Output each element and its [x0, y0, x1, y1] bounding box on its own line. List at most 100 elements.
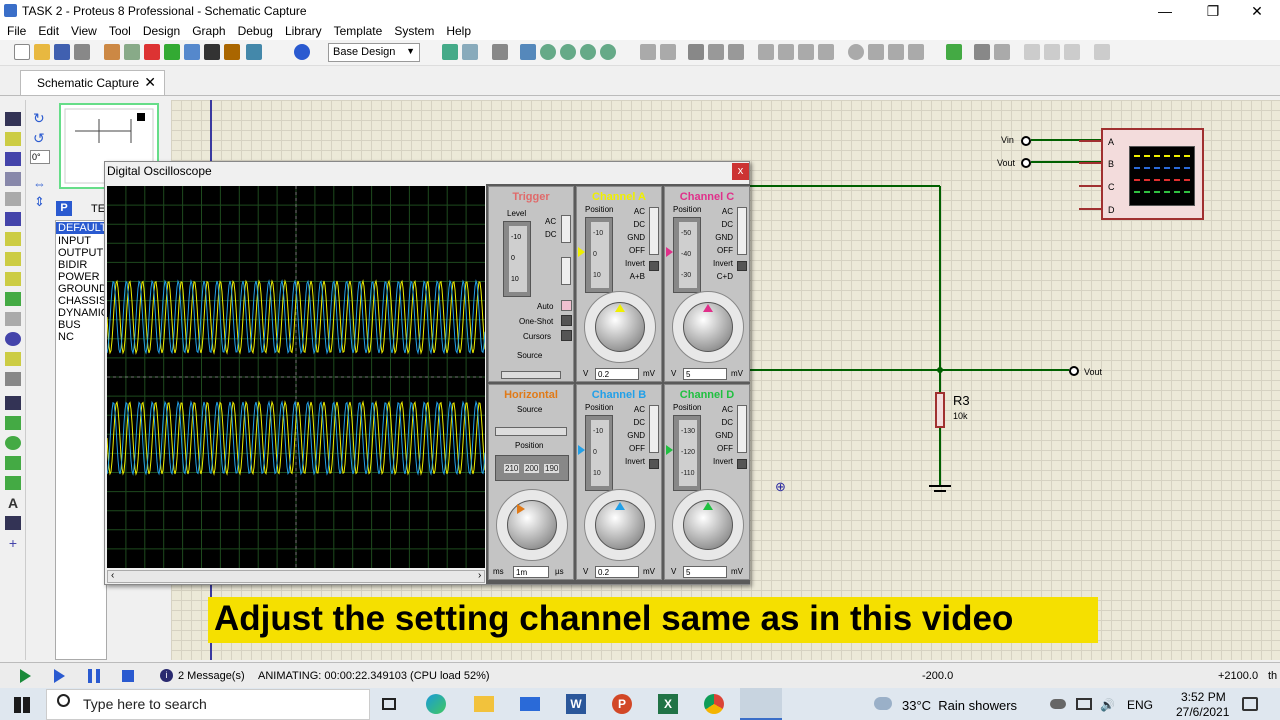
clock-time[interactable]: 3:52 PM	[1181, 690, 1226, 704]
mirror-vertical-icon[interactable]: ⇕	[34, 194, 45, 210]
channel-d-position-slider[interactable]: -130 -120 -110	[673, 415, 701, 491]
list-item[interactable]: CHASSIS	[58, 295, 106, 307]
channel-c-mode-invert[interactable]: Invert	[705, 259, 733, 268]
channel-a-mode-dc[interactable]: DC	[617, 220, 645, 229]
language-indicator[interactable]: ENG	[1127, 698, 1153, 712]
list-item[interactable]: DYNAMIC	[58, 307, 109, 319]
arc-icon[interactable]	[5, 456, 21, 470]
list-item[interactable]: GROUND	[58, 283, 107, 295]
print-icon[interactable]	[74, 44, 90, 60]
list-item[interactable]: OUTPUT	[58, 247, 103, 259]
property-assign-icon[interactable]	[994, 44, 1010, 60]
chrome-icon[interactable]	[704, 694, 724, 714]
probe-icon[interactable]	[5, 352, 21, 366]
rotate-cw-icon[interactable]: ↻	[33, 110, 45, 127]
menu-debug[interactable]: Debug	[231, 22, 278, 40]
mail-icon[interactable]	[520, 697, 540, 711]
marker-icon[interactable]: +	[5, 536, 21, 550]
channel-d-mode-off[interactable]: OFF	[705, 444, 733, 453]
channel-a-position-slider[interactable]: -10 0 10	[585, 217, 613, 293]
trigger-ac-label[interactable]: AC	[545, 217, 556, 226]
buses-icon[interactable]	[5, 212, 21, 226]
channel-a-scale-field[interactable]: 0.2	[595, 368, 639, 380]
home-icon[interactable]	[104, 44, 120, 60]
close-button[interactable]: ✕	[1234, 0, 1280, 22]
mirror-horizontal-icon[interactable]: ⇔	[33, 176, 46, 191]
trigger-auto-button[interactable]	[561, 300, 572, 311]
menu-help[interactable]: Help	[439, 22, 476, 40]
help-icon[interactable]	[294, 44, 310, 60]
scope-scrollbar[interactable]: ‹ ›	[107, 570, 485, 583]
text-icon[interactable]: A	[5, 496, 21, 510]
menu-design[interactable]: Design	[136, 22, 185, 40]
volume-icon[interactable]: 🔊	[1100, 698, 1115, 712]
rotate-ccw-icon[interactable]: ↺	[33, 130, 45, 147]
grid-icon[interactable]	[462, 44, 478, 60]
symbol-icon[interactable]	[5, 516, 21, 530]
channel-c-coupling-switch[interactable]	[737, 207, 747, 255]
play-button[interactable]	[20, 669, 31, 683]
cloud-icon[interactable]	[1050, 699, 1066, 709]
channel-a-mode-invert[interactable]: Invert	[617, 259, 645, 268]
horizontal-position-slider[interactable]: 210 200 190	[495, 455, 569, 481]
oscilloscope-close-button[interactable]: x	[732, 163, 749, 180]
menu-library[interactable]: Library	[278, 22, 327, 40]
step-button[interactable]	[54, 669, 65, 683]
trigger-coupling-switch[interactable]	[561, 215, 571, 243]
design-explorer-icon[interactable]	[224, 44, 240, 60]
origin-icon[interactable]	[492, 44, 508, 60]
text-script-icon[interactable]	[5, 192, 21, 206]
design-select[interactable]: Base Design ▼	[328, 43, 420, 62]
channel-c-invert-button[interactable]	[737, 261, 747, 271]
menu-view[interactable]: View	[64, 22, 102, 40]
graph-mode-icon[interactable]	[5, 292, 21, 306]
trigger-edge-switch[interactable]	[561, 257, 571, 285]
selection-mode-icon[interactable]	[5, 112, 21, 126]
channel-c-position-slider[interactable]: -50 -40 -30	[673, 217, 701, 293]
refresh-icon[interactable]	[442, 44, 458, 60]
menu-system[interactable]: System	[387, 22, 439, 40]
netlist-icon[interactable]	[1094, 44, 1110, 60]
menu-graph[interactable]: Graph	[185, 22, 230, 40]
minimize-button[interactable]: —	[1142, 0, 1188, 22]
zoom-area-icon[interactable]	[600, 44, 616, 60]
channel-b-mode-off[interactable]: OFF	[617, 444, 645, 453]
zoom-in-icon[interactable]	[540, 44, 556, 60]
word-icon[interactable]: W	[566, 694, 586, 714]
vout-terminal[interactable]	[1021, 158, 1031, 168]
channel-d-coupling-switch[interactable]	[737, 405, 747, 453]
rotation-field[interactable]: 0°	[30, 150, 50, 164]
channel-c-mode-gnd[interactable]: GND	[705, 233, 733, 242]
remove-sheet-icon[interactable]	[1044, 44, 1060, 60]
bom-icon[interactable]	[184, 44, 200, 60]
edge-icon[interactable]	[426, 694, 446, 714]
circle-icon[interactable]	[5, 436, 21, 450]
channel-a-mode-ac[interactable]: AC	[617, 207, 645, 216]
horizontal-timebase-dial[interactable]	[496, 489, 568, 561]
pick-device-icon[interactable]	[848, 44, 864, 60]
channel-b-coupling-switch[interactable]	[649, 405, 659, 453]
box-icon[interactable]	[5, 416, 21, 430]
new-file-icon[interactable]	[14, 44, 30, 60]
copy-icon[interactable]	[708, 44, 724, 60]
list-item[interactable]: INPUT	[58, 235, 91, 247]
list-item[interactable]: BUS	[58, 319, 81, 331]
channel-a-coupling-switch[interactable]	[649, 207, 659, 255]
task-view-icon[interactable]	[382, 698, 396, 710]
maximize-button[interactable]: ❐	[1190, 0, 1236, 22]
subcircuit-icon[interactable]	[5, 232, 21, 246]
vin-terminal[interactable]	[1021, 136, 1031, 146]
component-mode-icon[interactable]	[5, 132, 21, 146]
wire-label-icon[interactable]	[5, 172, 21, 186]
instrument-icon[interactable]	[5, 372, 21, 386]
undo-icon[interactable]	[640, 44, 656, 60]
channel-d-mode-ac[interactable]: AC	[705, 405, 733, 414]
file-explorer-icon[interactable]	[474, 696, 494, 712]
vout-right-terminal[interactable]	[1069, 366, 1079, 376]
channel-b-position-slider[interactable]: -10 0 10	[585, 415, 613, 491]
menu-edit[interactable]: Edit	[31, 22, 64, 40]
stop-button[interactable]	[122, 670, 134, 682]
generator-icon[interactable]	[5, 332, 21, 346]
channel-b-mode-gnd[interactable]: GND	[617, 431, 645, 440]
block-rotate-icon[interactable]	[798, 44, 814, 60]
